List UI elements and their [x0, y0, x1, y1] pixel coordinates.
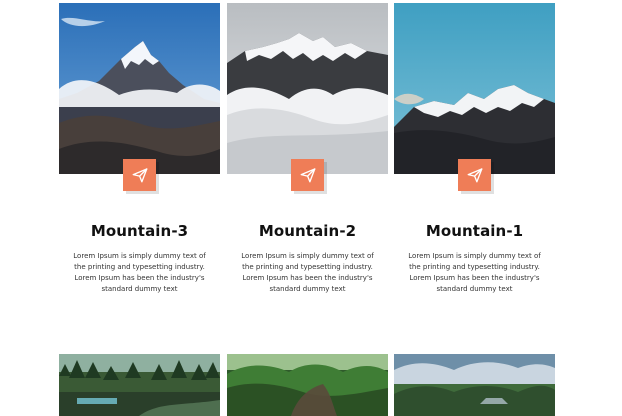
mountain-3-photo	[59, 3, 220, 174]
paper-plane-icon	[467, 168, 482, 183]
card-description: Lorem Ipsum is simply dummy text of the …	[408, 252, 541, 293]
bottom-card-image-3[interactable]	[394, 354, 555, 416]
bottom-card-image-1[interactable]	[59, 354, 220, 416]
card-title: Mountain-2	[258, 222, 357, 240]
forest-photo-1	[59, 354, 220, 416]
send-button[interactable]	[458, 159, 491, 191]
card-description: Lorem Ipsum is simply dummy text of the …	[241, 252, 374, 293]
card-mountain-2: Mountain-2 Lorem Ipsum is simply dummy t…	[227, 3, 388, 343]
card-title: Mountain-1	[425, 222, 524, 240]
mountain-1-photo	[394, 3, 555, 174]
mountain-3-image[interactable]	[59, 3, 220, 174]
cards-grid: Mountain-3 Lorem Ipsum is simply dummy t…	[59, 3, 555, 416]
paper-plane-icon	[132, 168, 147, 183]
mountain-2-image[interactable]	[227, 3, 388, 174]
send-button[interactable]	[123, 159, 156, 191]
card-mountain-1: Mountain-1 Lorem Ipsum is simply dummy t…	[394, 3, 555, 343]
mountain-1-image[interactable]	[394, 3, 555, 174]
bottom-card-image-2[interactable]	[227, 354, 388, 416]
card-title: Mountain-3	[90, 222, 189, 240]
paper-plane-icon	[300, 168, 315, 183]
mountain-2-photo	[227, 3, 388, 174]
card-mountain-3: Mountain-3 Lorem Ipsum is simply dummy t…	[59, 3, 220, 343]
send-button[interactable]	[291, 159, 324, 191]
forest-photo-2	[227, 354, 388, 416]
forest-photo-3	[394, 354, 555, 416]
card-description: Lorem Ipsum is simply dummy text of the …	[73, 252, 206, 293]
